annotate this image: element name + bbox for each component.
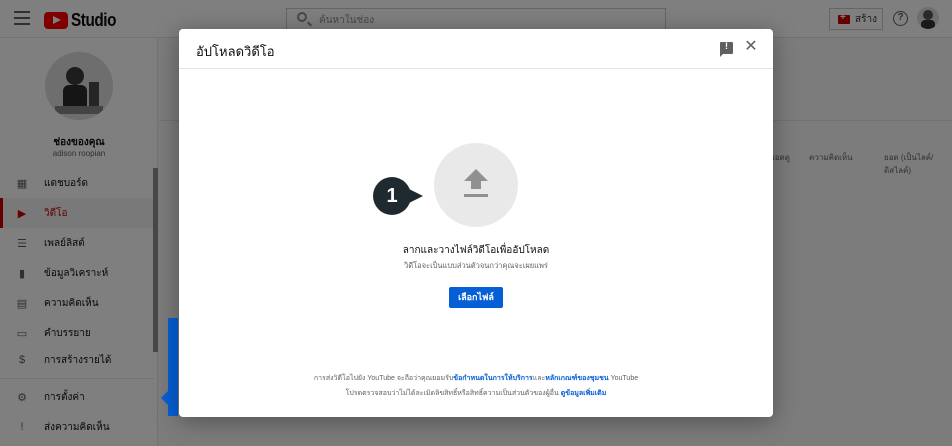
tooltip-callout-pointer [161,390,169,406]
community-guidelines-link[interactable]: หลักเกณฑ์ของชุมชน [545,375,608,382]
drop-title: ลากและวางไฟล์วิดีโอเพื่ออัปโหลด [402,245,550,256]
copyright-text: โปรดตรวจสอบว่าไม่ได้ละเมิดลิขสิทธิ์หรือส… [345,390,561,397]
terms-mid: และ [532,375,546,382]
terms-of-service-link[interactable]: ข้อกำหนดในการให้บริการ [453,375,532,382]
select-files-button[interactable]: เลือกไฟล์ [449,287,503,308]
feedback-icon[interactable] [720,41,733,57]
upload-drop-zone[interactable] [434,143,518,227]
step-number-badge: 1 [373,177,411,215]
upload-icon-stem [471,180,481,189]
step-pointer-arrow [407,188,423,204]
terms-prefix: การส่งวิดีโอไปยัง YouTube จะถือว่าคุณยอม… [313,375,454,382]
copyright-notice: โปรดตรวจสอบว่าไม่ได้ละเมิดลิขสิทธิ์หรือส… [179,388,773,399]
terms-suffix: YouTube [608,375,639,382]
dialog-title: อัปโหลดวิดีโอ [196,44,275,59]
upload-dialog: อัปโหลดวิดีโอ ✕ 1 ลากและวางไฟล์วิดีโอเพื… [179,29,773,417]
learn-more-link[interactable]: ดูข้อมูลเพิ่มเติม [561,390,607,397]
terms-notice: การส่งวิดีโอไปยัง YouTube จะถือว่าคุณยอม… [179,373,773,384]
drop-subtitle: วิดีโอจะเป็นแบบส่วนตัวจนกว่าคุณจะเผยแพร่ [404,261,548,270]
tooltip-callout [168,318,178,416]
dialog-header: อัปโหลดวิดีโอ ✕ [179,29,773,69]
upload-icon-base [464,194,488,197]
close-icon[interactable]: ✕ [743,39,759,55]
